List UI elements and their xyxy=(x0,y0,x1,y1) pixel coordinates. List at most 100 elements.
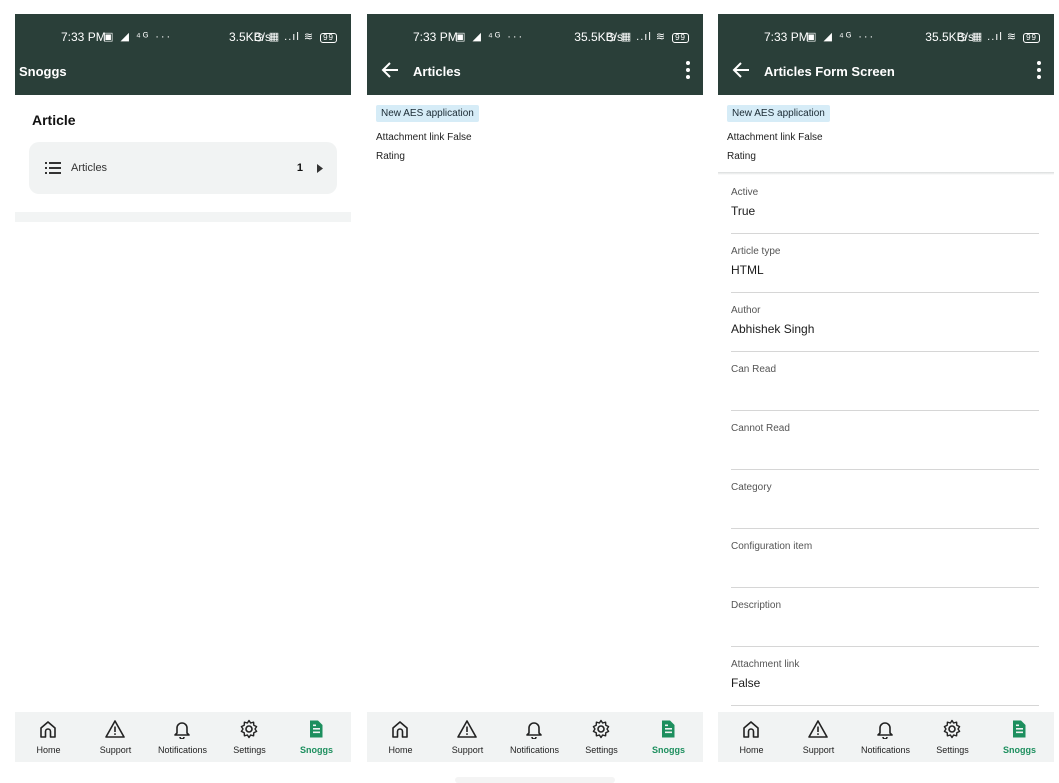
field-cannot-read[interactable]: Cannot Read xyxy=(731,411,1039,470)
field-author[interactable]: Author Abhishek Singh xyxy=(731,293,1039,352)
app-bar: 7:33 PM ▣ ◢ ⁴ᴳ ··· 35.5KB/s ◷ ▦ ..ıl ≋ 9… xyxy=(718,14,1054,95)
field-value: False xyxy=(731,676,761,690)
back-arrow-icon[interactable] xyxy=(381,60,399,80)
document-icon xyxy=(662,720,675,738)
battery-icon: 99 xyxy=(1023,33,1040,43)
field-category[interactable]: Category xyxy=(731,470,1039,529)
field-description[interactable]: Description xyxy=(731,588,1039,647)
field-label: Author xyxy=(731,305,761,316)
field-value: True xyxy=(731,204,756,218)
notification-icons: ▣ ◢ ⁴ᴳ ··· xyxy=(455,31,525,43)
nav-label: Settings xyxy=(233,745,266,755)
card-count: 1 xyxy=(296,162,303,174)
nav-label: Snoggs xyxy=(300,745,333,755)
more-vert-icon[interactable] xyxy=(685,60,691,80)
field-article-type[interactable]: Article type HTML xyxy=(731,234,1039,293)
back-arrow-icon[interactable] xyxy=(732,60,750,80)
nav-label: Snoggs xyxy=(1003,745,1036,755)
system-icons: ◷ ▦ ..ıl ≋ 99 xyxy=(606,30,689,43)
bell-icon xyxy=(526,722,542,739)
app-bar: 7:33 PM ▣ ◢ ⁴ᴳ ··· 3.5KB/s ◷ ▦ ..ıl ≋ 99… xyxy=(15,14,351,95)
field-label: Configuration item xyxy=(731,541,813,552)
nav-label: Home xyxy=(739,745,764,755)
home-icon xyxy=(392,721,408,738)
field-value: Abhishek Singh xyxy=(731,322,815,336)
field-label: Can Read xyxy=(731,364,777,375)
nav-label: Settings xyxy=(936,745,969,755)
nav-item-settings[interactable]: Settings xyxy=(568,712,635,762)
nav-item-notifications[interactable]: Notifications xyxy=(501,712,568,762)
status-time: 7:33 PM xyxy=(764,30,809,44)
item-rating: Rating xyxy=(376,151,405,162)
nav-item-snoggs[interactable]: Snoggs xyxy=(635,712,702,762)
bottom-nav: Home Support Notifications Settings Snoggs xyxy=(367,712,703,762)
nav-item-home[interactable]: Home xyxy=(718,712,785,762)
item-title-chip: New AES application xyxy=(376,105,479,122)
app-bar: 7:33 PM ▣ ◢ ⁴ᴳ ··· 35.5KB/s ◷ ▦ ..ıl ≋ 9… xyxy=(367,14,703,95)
nav-item-snoggs[interactable]: Snoggs xyxy=(283,712,350,762)
nav-label: Support xyxy=(451,745,484,755)
nav-label: Home xyxy=(36,745,61,755)
document-icon xyxy=(1013,720,1026,738)
screen-articles-list: 7:33 PM ▣ ◢ ⁴ᴳ ··· 35.5KB/s ◷ ▦ ..ıl ≋ 9… xyxy=(367,14,703,762)
field-can-read[interactable]: Can Read xyxy=(731,352,1039,411)
nav-label: Notifications xyxy=(509,745,560,755)
screen-snoggs-home: 7:33 PM ▣ ◢ ⁴ᴳ ··· 3.5KB/s ◷ ▦ ..ıl ≋ 99… xyxy=(15,14,351,762)
home-icon xyxy=(40,721,56,738)
gear-icon xyxy=(943,719,961,739)
bottom-nav: Home Support Notifications Settings Snoggs xyxy=(15,712,351,762)
field-label: Cannot Read xyxy=(731,423,790,434)
nav-label: Notifications xyxy=(860,745,911,755)
nav-label: Support xyxy=(802,745,835,755)
bell-icon xyxy=(174,722,190,739)
warning-icon xyxy=(457,720,477,738)
warning-icon xyxy=(105,720,125,738)
nav-label: Snoggs xyxy=(652,745,685,755)
page-title: Snoggs xyxy=(19,64,67,79)
nav-item-support[interactable]: Support xyxy=(785,712,852,762)
list-icon xyxy=(45,162,61,174)
field-active[interactable]: Active True xyxy=(731,175,1039,234)
articles-card[interactable]: Articles 1 xyxy=(29,142,337,194)
battery-icon: 99 xyxy=(672,33,689,43)
nav-item-home[interactable]: Home xyxy=(367,712,434,762)
field-value: HTML xyxy=(731,263,764,277)
nav-item-support[interactable]: Support xyxy=(434,712,501,762)
nav-item-support[interactable]: Support xyxy=(82,712,149,762)
record-rating: Rating xyxy=(727,151,756,162)
screen-articles-form: 7:33 PM ▣ ◢ ⁴ᴳ ··· 35.5KB/s ◷ ▦ ..ıl ≋ 9… xyxy=(718,14,1054,762)
notification-icons: ▣ ◢ ⁴ᴳ ··· xyxy=(806,31,876,43)
status-bar: 7:33 PM ▣ ◢ ⁴ᴳ ··· 35.5KB/s ◷ ▦ ..ıl ≋ 9… xyxy=(718,30,1054,44)
nav-item-notifications[interactable]: Notifications xyxy=(852,712,919,762)
gear-icon xyxy=(240,719,258,739)
document-icon xyxy=(310,720,323,738)
field-configuration-item[interactable]: Configuration item xyxy=(731,529,1039,588)
record-attachment: Attachment link False xyxy=(727,132,823,143)
section-title: Article xyxy=(32,112,76,128)
field-label: Description xyxy=(731,600,782,611)
notification-icons: ▣ ◢ ⁴ᴳ ··· xyxy=(103,31,173,43)
nav-label: Notifications xyxy=(157,745,208,755)
nav-item-settings[interactable]: Settings xyxy=(919,712,986,762)
divider xyxy=(15,212,351,222)
field-attachment-link[interactable]: Attachment link False xyxy=(731,647,1039,706)
nav-item-snoggs[interactable]: Snoggs xyxy=(986,712,1053,762)
page-title: Articles Form Screen xyxy=(764,64,895,79)
nav-item-settings[interactable]: Settings xyxy=(216,712,283,762)
system-icons: ◷ ▦ ..ıl ≋ 99 xyxy=(957,30,1040,43)
caret-right-icon xyxy=(317,164,323,173)
field-label: Attachment link xyxy=(731,659,800,670)
more-vert-icon[interactable] xyxy=(1036,60,1042,80)
status-time: 7:33 PM xyxy=(413,30,458,44)
field-label: Active xyxy=(731,187,759,198)
field-label: Article type xyxy=(731,246,781,257)
item-attachment: Attachment link False xyxy=(376,132,472,143)
nav-item-notifications[interactable]: Notifications xyxy=(149,712,216,762)
battery-icon: 99 xyxy=(320,33,337,43)
nav-item-home[interactable]: Home xyxy=(15,712,82,762)
bottom-nav: Home Support Notifications Settings Snoggs xyxy=(718,712,1054,762)
gesture-handle xyxy=(455,777,615,783)
home-icon xyxy=(743,721,759,738)
status-bar: 7:33 PM ▣ ◢ ⁴ᴳ ··· 35.5KB/s ◷ ▦ ..ıl ≋ 9… xyxy=(367,30,703,44)
nav-label: Support xyxy=(99,745,132,755)
